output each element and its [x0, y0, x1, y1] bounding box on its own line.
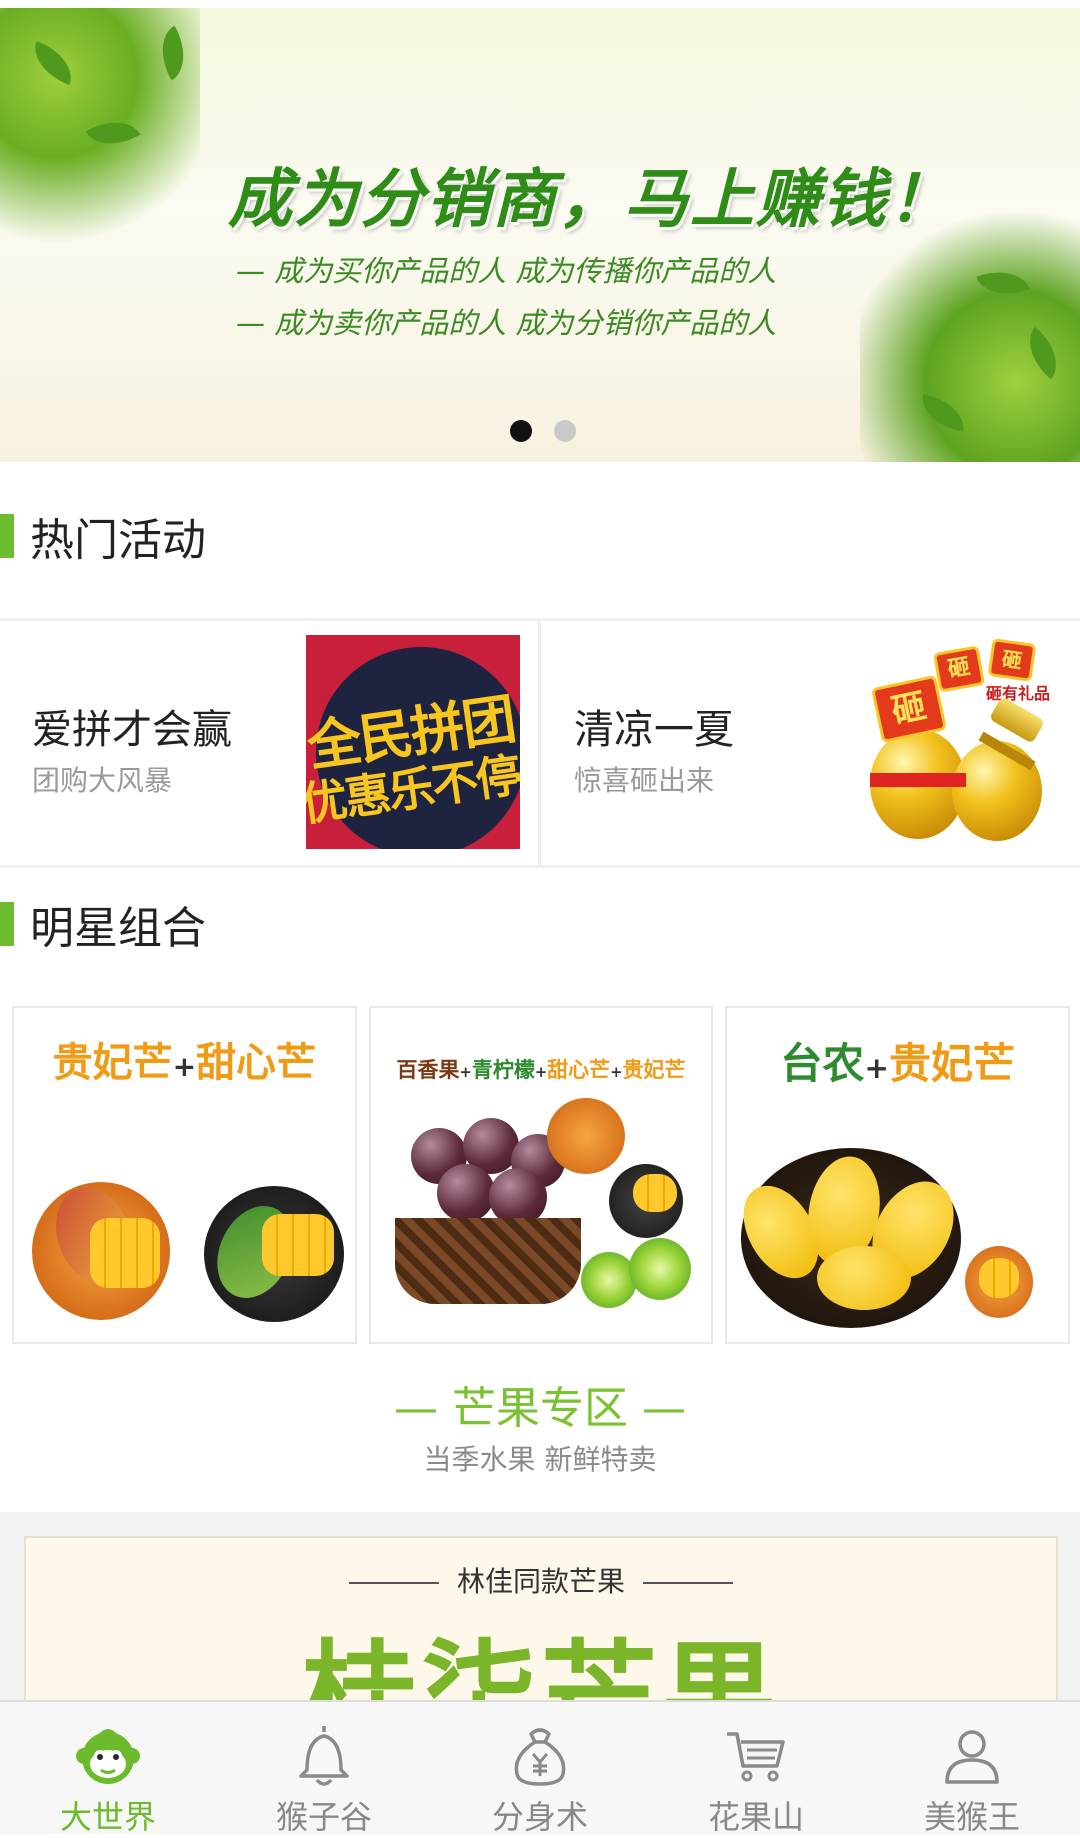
promo-subtitle: 林佳同款芒果 [26, 1560, 1056, 1600]
activity-subtitle: 团购大风暴 [32, 764, 173, 797]
basket-image [394, 1218, 581, 1304]
combo-plus: + [459, 1064, 472, 1081]
monkey-icon [76, 1729, 140, 1784]
carousel-indicator [510, 420, 576, 442]
banner-line-1: — 成为买你产品的人 成为传播你产品的人 [236, 254, 777, 288]
gift-text: 砸有礼品 [985, 684, 1050, 703]
lime-image [580, 1252, 637, 1308]
combo-part: 甜心芒 [196, 1040, 317, 1086]
section-header-hot: 热门活动 [0, 506, 206, 566]
mango-cube-image [632, 1174, 677, 1212]
section-accent-bar [0, 514, 14, 558]
combo-title: 百香果+青柠檬+甜心芒+贵妃芒 [371, 1054, 712, 1084]
promo-subtitle-text: 林佳同款芒果 [456, 1565, 625, 1598]
user-icon [945, 1730, 999, 1784]
mango-cube-image [979, 1258, 1020, 1298]
tab-clone-skill[interactable]: 分身术 [432, 1702, 648, 1836]
leaves-decoration-right [860, 202, 1080, 462]
banner-title: 成为分销商，马上赚钱！ [228, 163, 954, 237]
promo-banner-guiqi-mango[interactable]: 林佳同款芒果 桂柒芒果 [24, 1536, 1058, 1764]
passion-fruit-image [436, 1164, 495, 1222]
sign-smash-small: 砸 [987, 638, 1037, 682]
carousel-dot[interactable] [554, 420, 576, 442]
activity-card-group-buy[interactable]: 爱拼才会赢 团购大风暴 全民拼团 优惠乐不停 [0, 621, 541, 865]
golden-egg-poster: 砸 砸 砸 砸有礼品 [860, 638, 1060, 851]
combo-part: 台农 [780, 1039, 865, 1088]
yellow-mango-image [817, 1246, 912, 1310]
promo-section: 林佳同款芒果 桂柒芒果 [0, 1512, 1080, 1764]
banner-carousel[interactable]: 成为分销商，马上赚钱！ — 成为买你产品的人 成为传播你产品的人 — 成为卖你产… [0, 8, 1080, 462]
banner-line-2: — 成为卖你产品的人 成为分销你产品的人 [236, 306, 777, 340]
combo-part: 甜心芒 [547, 1058, 611, 1082]
mango-zone-subtitle: 当季水果 新鲜特卖 [423, 1443, 657, 1476]
mango-bowl-image [546, 1098, 625, 1174]
combo-card-passion-lime[interactable]: 百香果+青柠檬+甜心芒+贵妃芒 [368, 1006, 714, 1344]
combo-part: 贵妃芒 [622, 1058, 686, 1082]
tab-label: 大世界 [59, 1798, 156, 1836]
combo-plus: + [172, 1050, 197, 1083]
cart-icon [727, 1732, 785, 1782]
activity-title: 爱拼才会赢 [32, 707, 232, 753]
carousel-dot-active[interactable] [510, 420, 532, 442]
combo-plus: + [534, 1064, 548, 1081]
lime-image [628, 1238, 691, 1300]
tab-big-world[interactable]: 大世界 [0, 1702, 216, 1836]
activity-card-summer[interactable]: 清凉一夏 惊喜砸出来 砸 砸 砸 砸有礼品 [542, 621, 1080, 865]
combo-plus: + [864, 1051, 889, 1085]
money-bag-icon [514, 1728, 566, 1786]
combo-part: 百香果 [396, 1058, 460, 1082]
tab-label: 分身术 [491, 1798, 588, 1836]
combo-card-tainong-guifei[interactable]: 台农+贵妃芒 [725, 1006, 1071, 1344]
star-combos: 贵妃芒+甜心芒 百香果+青柠檬+甜心芒+贵妃芒 台农+贵妃芒 [12, 1006, 1071, 1344]
ribbon [870, 773, 966, 787]
tab-label: 美猴王 [923, 1798, 1020, 1836]
combo-card-guifei-tianxin[interactable]: 贵妃芒+甜心芒 [12, 1006, 357, 1344]
combo-part: 青柠檬 [471, 1058, 535, 1082]
section-title: 明星组合 [30, 903, 206, 954]
bottom-tab-bar: 大世界 猴子谷 分身术 花果山 美猴王 [0, 1700, 1080, 1836]
combo-title: 贵妃芒+甜心芒 [14, 1030, 355, 1088]
combo-part: 贵妃芒 [52, 1040, 173, 1086]
hot-activities: 爱拼才会赢 团购大风暴 全民拼团 优惠乐不停 清凉一夏 惊喜砸出来 砸 砸 砸 … [0, 618, 1080, 868]
combo-plus: + [610, 1064, 623, 1081]
section-header-star: 明星组合 [0, 894, 206, 954]
combo-title: 台农+贵妃芒 [727, 1030, 1068, 1091]
tab-label: 猴子谷 [275, 1798, 372, 1836]
group-buy-poster: 全民拼团 优惠乐不停 [306, 635, 520, 849]
tab-label: 花果山 [707, 1798, 804, 1836]
mango-zone-title: — 芒果专区 — [394, 1383, 686, 1434]
section-accent-bar [0, 902, 14, 946]
activity-title: 清凉一夏 [574, 707, 734, 753]
activity-subtitle: 惊喜砸出来 [574, 764, 715, 797]
tab-monkey-king[interactable]: 美猴王 [864, 1702, 1080, 1836]
mango-cube-image [90, 1218, 160, 1288]
bell-icon [299, 1726, 349, 1786]
combo-part: 贵妃芒 [889, 1039, 1016, 1088]
tab-monkey-valley[interactable]: 猴子谷 [216, 1702, 432, 1836]
section-title: 热门活动 [30, 515, 206, 566]
mango-cube-image [262, 1214, 334, 1276]
tab-flower-fruit-mountain[interactable]: 花果山 [648, 1702, 864, 1836]
golden-egg-icon [952, 741, 1042, 841]
